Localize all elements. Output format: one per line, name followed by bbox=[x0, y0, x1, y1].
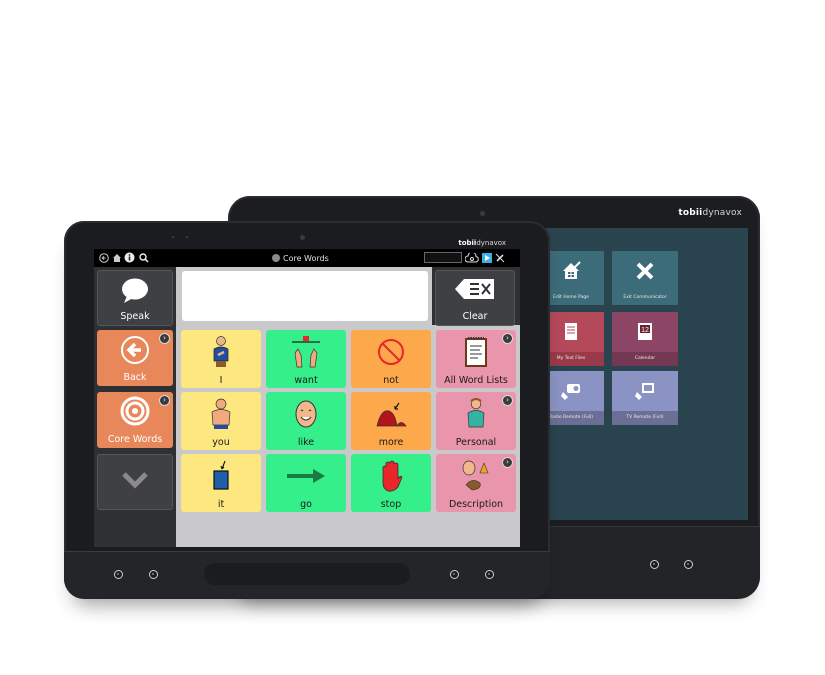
search-icon[interactable] bbox=[138, 252, 149, 263]
front-bottom-bezel bbox=[64, 551, 550, 599]
mini-message-box[interactable] bbox=[424, 252, 462, 263]
hardware-button[interactable] bbox=[650, 560, 659, 569]
tile-label: TV Remote (Full) bbox=[612, 411, 678, 425]
clear-label: Clear bbox=[462, 311, 488, 322]
link-arrow-icon: › bbox=[159, 395, 170, 406]
person-self-icon bbox=[181, 334, 261, 370]
tile-label: stop bbox=[380, 499, 402, 510]
sensor-dot bbox=[186, 236, 188, 238]
side-column: Speak › Back › Core Words bbox=[94, 267, 176, 547]
tv-remote-icon bbox=[612, 371, 678, 411]
calendar-icon: 12 bbox=[612, 312, 678, 352]
play-icon[interactable] bbox=[481, 252, 492, 263]
tile-label: want bbox=[294, 375, 318, 386]
svg-text:12: 12 bbox=[641, 327, 649, 334]
tile-label: I bbox=[219, 375, 223, 386]
tile-label: Description bbox=[448, 499, 504, 510]
speak-label: Speak bbox=[120, 311, 150, 322]
description-icon bbox=[436, 458, 516, 494]
front-tablet-device: tobiidynavox Core Words Speak › Back › C… bbox=[64, 221, 550, 599]
side-button-back[interactable]: › Back bbox=[97, 330, 173, 386]
side-button-core-words[interactable]: › Core Words bbox=[97, 392, 173, 448]
scroll-down-button[interactable] bbox=[97, 454, 173, 510]
no-symbol-icon bbox=[351, 334, 431, 370]
clear-backspace-icon bbox=[454, 277, 496, 305]
brand-bold: tobii bbox=[678, 208, 703, 218]
message-window[interactable] bbox=[182, 271, 428, 321]
word-tile-stop[interactable]: stop bbox=[351, 454, 431, 512]
top-toolbar: tobiidynavox Core Words bbox=[94, 239, 520, 267]
home-icon[interactable] bbox=[111, 252, 122, 263]
word-tile-not[interactable]: not bbox=[351, 330, 431, 388]
tile-label: go bbox=[300, 499, 312, 510]
target-icon bbox=[120, 396, 150, 430]
sensor-dot bbox=[172, 236, 174, 238]
chevron-down-icon bbox=[120, 470, 150, 494]
x-close-icon bbox=[612, 251, 678, 291]
tile-label: not bbox=[383, 375, 399, 386]
word-tile-you[interactable]: you bbox=[181, 392, 261, 450]
hardware-button[interactable] bbox=[485, 570, 494, 579]
back-icon[interactable] bbox=[98, 252, 109, 263]
word-tile-more[interactable]: more bbox=[351, 392, 431, 450]
tile-exit-communicator[interactable]: Exit Communicator bbox=[612, 251, 678, 305]
tile-label: you bbox=[212, 437, 230, 448]
brand-logo: tobiidynavox bbox=[678, 208, 742, 218]
want-hands-icon bbox=[266, 334, 346, 370]
pile-icon bbox=[351, 396, 431, 432]
hardware-button[interactable] bbox=[114, 570, 123, 579]
word-tile-go[interactable]: go bbox=[266, 454, 346, 512]
info-icon[interactable] bbox=[124, 252, 135, 263]
word-tile-it[interactable]: it bbox=[181, 454, 261, 512]
side-button-label: Core Words bbox=[107, 434, 163, 445]
word-tile-want[interactable]: want bbox=[266, 330, 346, 388]
page-title: Core Words bbox=[272, 251, 329, 265]
word-tile-description[interactable]: › Description bbox=[436, 454, 516, 512]
page-title-text: Core Words bbox=[283, 253, 329, 263]
clear-button[interactable]: Clear bbox=[435, 270, 515, 326]
link-arrow-icon: › bbox=[159, 333, 170, 344]
hardware-button[interactable] bbox=[149, 570, 158, 579]
speaker-grille bbox=[204, 563, 410, 585]
tile-label: it bbox=[217, 499, 225, 510]
brand-bold: tobii bbox=[458, 239, 477, 247]
notepad-icon bbox=[436, 334, 516, 370]
tile-label: All Word Lists bbox=[444, 375, 508, 386]
word-tile-i[interactable]: I bbox=[181, 330, 261, 388]
front-camera bbox=[480, 211, 485, 216]
right-arrow-icon bbox=[266, 458, 346, 494]
stop-hand-icon bbox=[351, 458, 431, 494]
speak-button[interactable]: Speak bbox=[97, 270, 173, 326]
communicator-screen: tobiidynavox Core Words Speak › Back › C… bbox=[94, 239, 520, 547]
tile-tv-remote[interactable]: TV Remote (Full) bbox=[612, 371, 678, 425]
tile-label: Calendar bbox=[612, 352, 678, 366]
brand-light: dynavox bbox=[702, 208, 742, 218]
word-tile-all-word-lists[interactable]: › All Word Lists bbox=[436, 330, 516, 388]
speech-bubble-icon bbox=[120, 277, 150, 309]
smiley-face-icon bbox=[266, 396, 346, 432]
tile-label: like bbox=[297, 437, 315, 448]
cloud-sync-icon[interactable] bbox=[465, 252, 479, 263]
word-tile-personal[interactable]: › Personal bbox=[436, 392, 516, 450]
brand-light: dynavox bbox=[476, 239, 506, 247]
tile-calendar[interactable]: 12 Calendar bbox=[612, 312, 678, 366]
tile-label: Exit Communicator bbox=[612, 291, 678, 305]
tile-label: more bbox=[378, 437, 404, 448]
symbol-grid: Speak › Back › Core Words Clear I want n… bbox=[94, 267, 520, 547]
pointing-hand-icon bbox=[181, 396, 261, 432]
side-button-label: Back bbox=[123, 372, 147, 383]
hardware-button[interactable] bbox=[684, 560, 693, 569]
edit-off-icon[interactable] bbox=[494, 252, 505, 263]
brand-logo: tobiidynavox bbox=[458, 239, 506, 247]
page-icon bbox=[272, 254, 280, 262]
clear-area: Clear bbox=[432, 267, 520, 326]
hardware-button[interactable] bbox=[450, 570, 459, 579]
front-camera bbox=[300, 235, 305, 240]
blue-box-icon bbox=[181, 458, 261, 494]
tile-label: Personal bbox=[455, 437, 497, 448]
back-arrow-icon bbox=[120, 335, 150, 369]
person-icon bbox=[436, 396, 516, 432]
word-tile-like[interactable]: like bbox=[266, 392, 346, 450]
